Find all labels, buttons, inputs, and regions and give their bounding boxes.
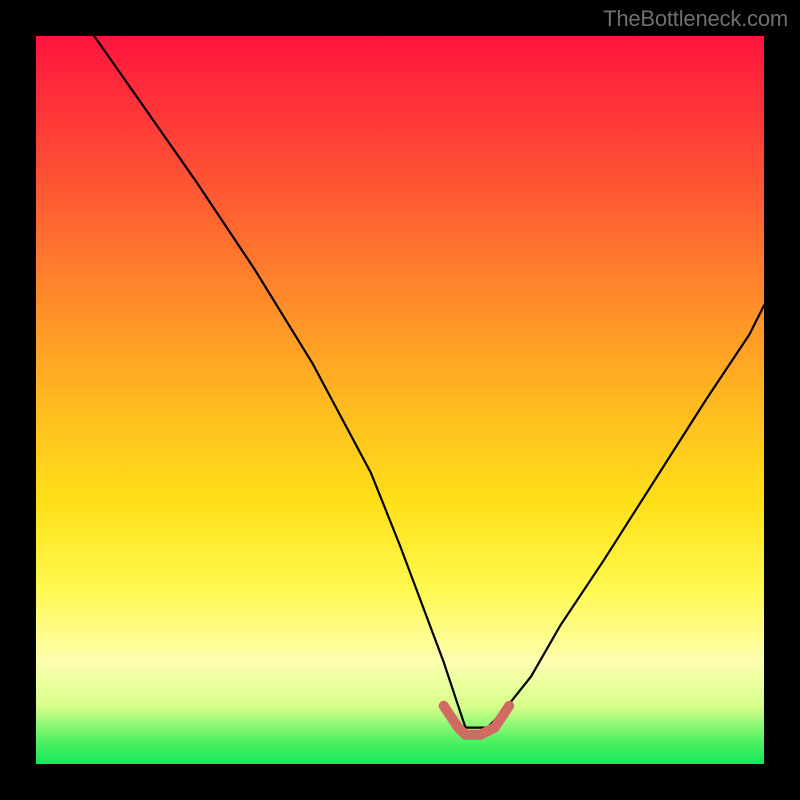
bottleneck-curve: [94, 36, 764, 728]
valley-highlight: [444, 706, 510, 735]
plot-area: [36, 36, 764, 764]
plot-svg: [36, 36, 764, 764]
chart-frame: TheBottleneck.com: [0, 0, 800, 800]
watermark-text: TheBottleneck.com: [603, 6, 788, 32]
